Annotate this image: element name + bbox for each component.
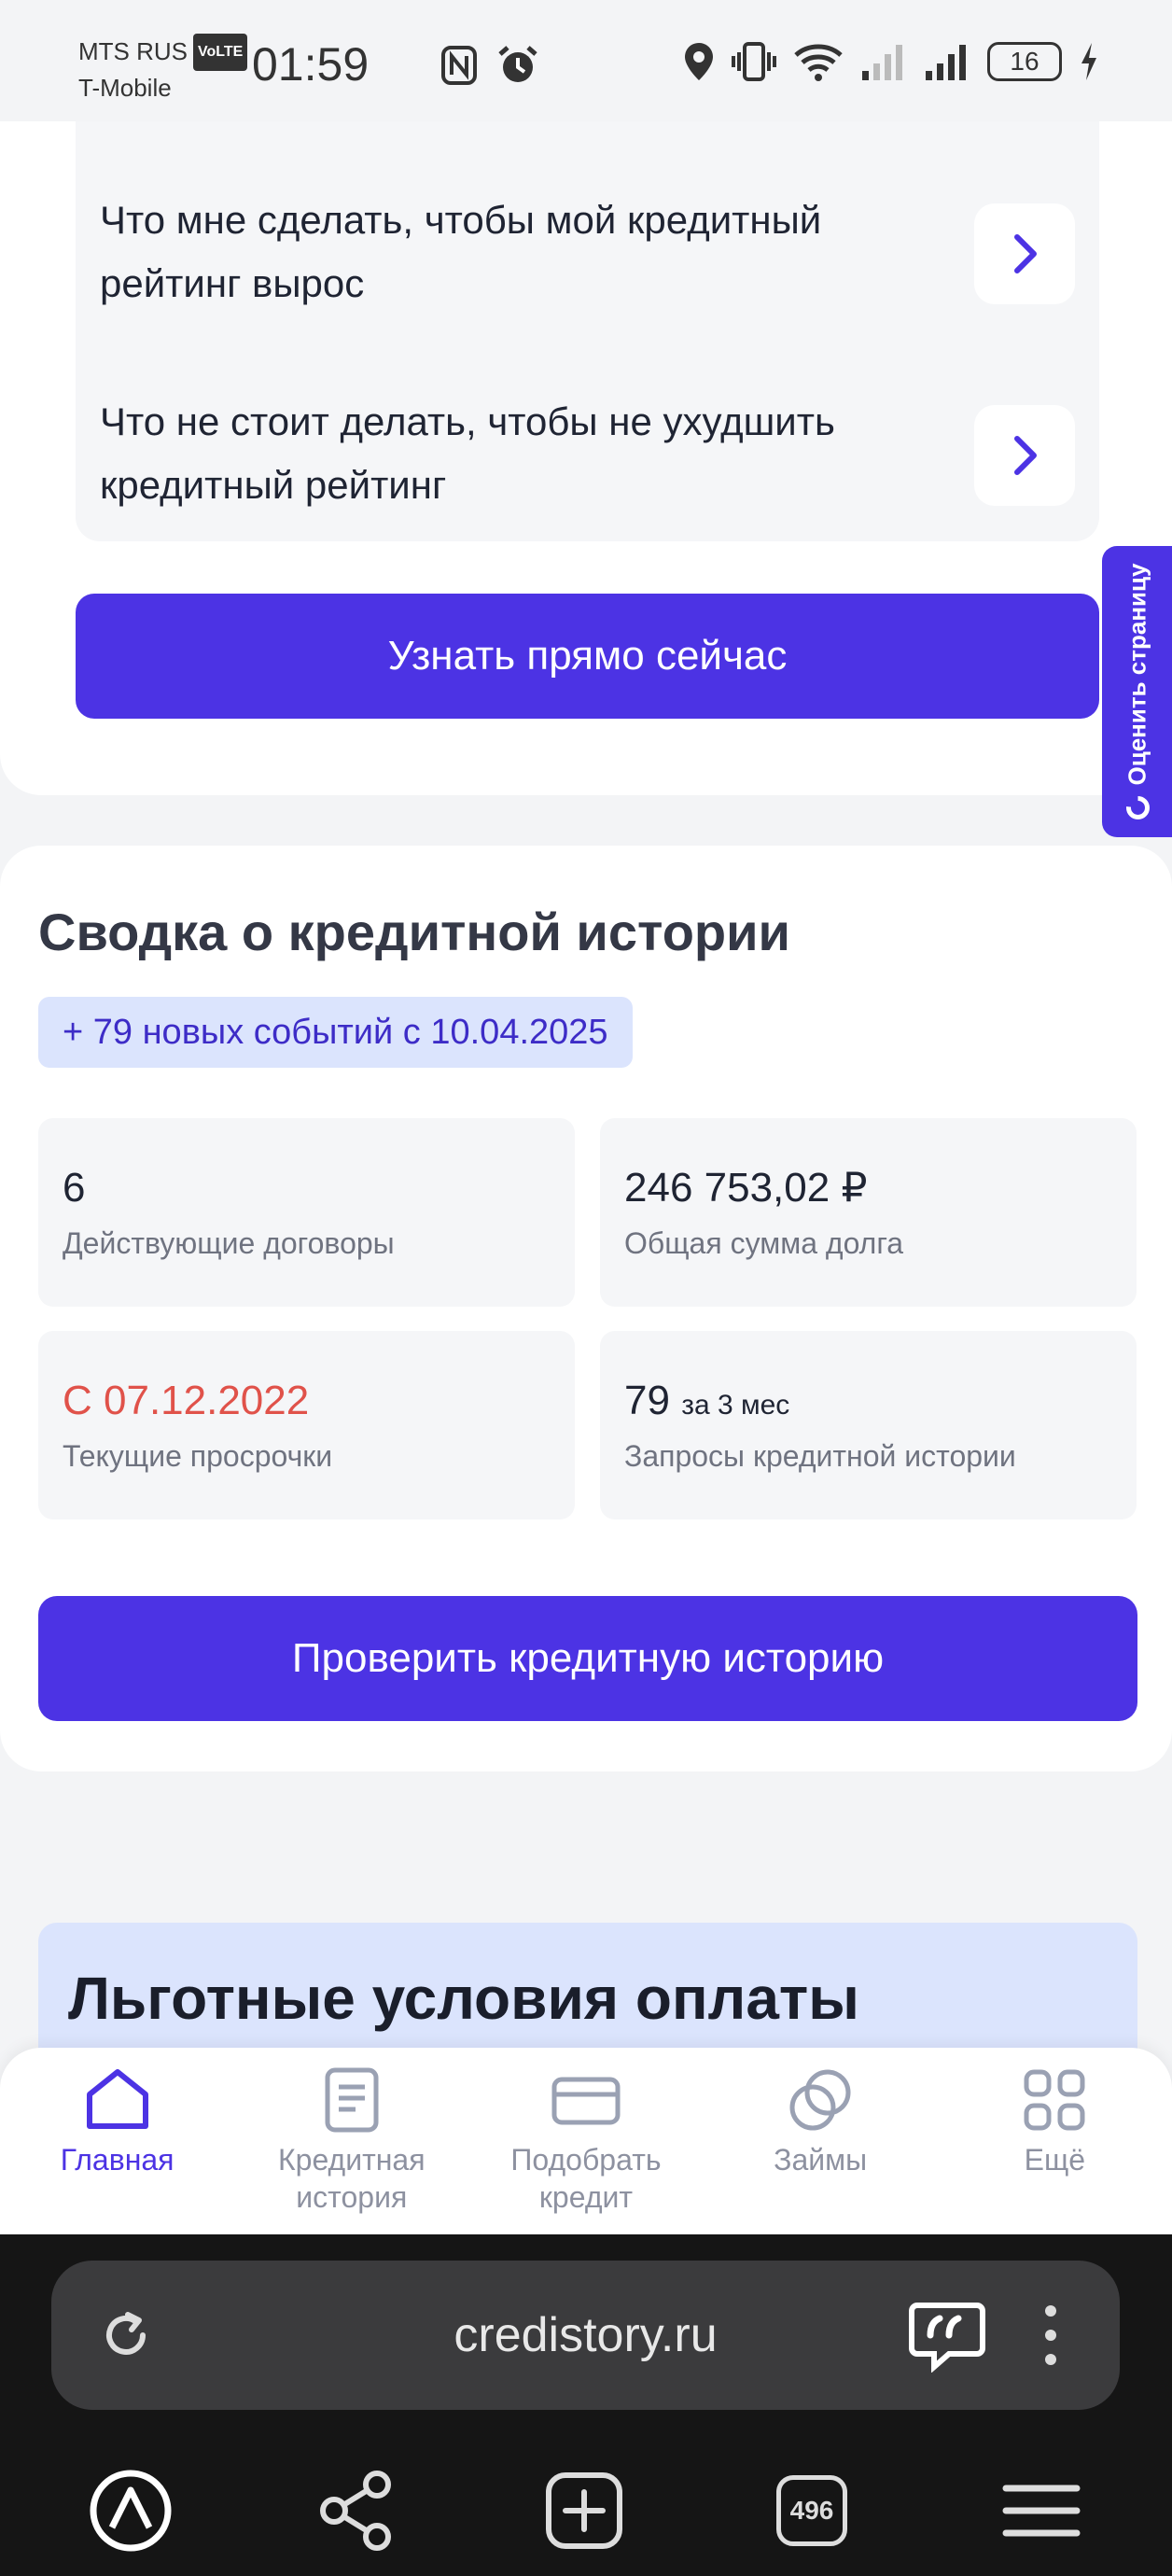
new-events-badge[interactable]: + 79 новых событий с 10.04.2025 <box>38 997 633 1068</box>
promo-title: Льготные условия оплаты <box>68 1965 859 2032</box>
nav-item-credit-history[interactable]: Кредитная история <box>249 2048 454 2234</box>
rate-page-tab[interactable]: Оценить страницу <box>1102 546 1172 837</box>
coins-icon <box>789 2069 851 2131</box>
nav-item-more[interactable]: Ещё <box>952 2048 1157 2234</box>
chevron-right-icon <box>1014 234 1037 273</box>
credit-card-icon <box>551 2077 621 2125</box>
carrier-primary: MTS RUS <box>78 37 188 65</box>
menu-icon[interactable] <box>997 2466 1086 2555</box>
nav-label: Ещё <box>1024 2143 1086 2177</box>
find-out-now-button[interactable]: Узнать прямо сейчас <box>76 594 1099 719</box>
nav-label: Главная <box>60 2143 174 2177</box>
signal-weak-icon <box>862 45 902 80</box>
refresh-icon <box>1125 795 1149 819</box>
status-bar: MTS RUS VoLTE T-Mobile 01:59 16 <box>0 0 1172 121</box>
stat-label: Текущие просрочки <box>63 1439 333 1473</box>
alice-assistant-icon[interactable] <box>86 2466 175 2555</box>
home-icon <box>86 2069 148 2129</box>
tabs-counter-button[interactable]: 496 <box>767 2466 857 2555</box>
nav-item-pick-credit[interactable]: Подобрать кредит <box>483 2048 689 2234</box>
credit-rating-card: Что мне сделать, чтобы мой кредитный рей… <box>0 121 1172 795</box>
stat-period: за 3 мес <box>681 1390 790 1421</box>
nfc-icon <box>441 46 477 85</box>
address-bar[interactable]: credistory.ru <box>51 2261 1120 2410</box>
carrier-info: MTS RUS VoLTE T-Mobile <box>78 34 248 105</box>
nav-item-home[interactable]: Главная <box>15 2048 220 2234</box>
faq-item-improve-rating[interactable]: Что мне сделать, чтобы мой кредитный рей… <box>100 189 968 315</box>
stat-label: Общая сумма долга <box>624 1226 904 1260</box>
chevron-right-icon <box>1014 436 1037 475</box>
stat-history-requests[interactable]: 79 за 3 мес Запросы кредитной истории <box>600 1331 1137 1519</box>
status-icons-left <box>440 45 539 86</box>
grid-icon <box>1024 2069 1085 2131</box>
rate-page-label: Оценить страницу <box>1123 563 1151 785</box>
nav-item-loans[interactable]: Займы <box>718 2048 923 2234</box>
nav-label: Займы <box>774 2143 868 2177</box>
faq-list: Что мне сделать, чтобы мой кредитный рей… <box>76 121 1099 541</box>
document-icon <box>325 2067 379 2133</box>
stat-active-contracts[interactable]: 6 Действующие договоры <box>38 1118 575 1307</box>
battery-indicator: 16 <box>987 42 1062 81</box>
signal-strong-icon <box>926 45 966 80</box>
location-icon <box>685 43 713 80</box>
browser-toolbar: credistory.ru 496 <box>0 2234 1172 2576</box>
status-icons-right: 16 <box>683 41 1099 82</box>
status-time: 01:59 <box>252 38 370 91</box>
credit-history-summary-card: Сводка о кредитной истории + 79 новых со… <box>0 846 1172 1771</box>
alarm-icon <box>498 46 537 82</box>
stat-number: 79 <box>624 1378 670 1423</box>
stat-value: 246 753,02 ₽ <box>624 1165 868 1211</box>
vibrate-icon <box>732 42 776 81</box>
more-vertical-icon[interactable] <box>1037 2298 1065 2373</box>
summary-title: Сводка о кредитной истории <box>38 903 790 961</box>
nav-label: Кредитная история <box>278 2143 426 2214</box>
stat-value: 79 за 3 мес <box>624 1372 1112 1430</box>
faq-open-button-improve[interactable] <box>974 203 1075 304</box>
nav-label: Подобрать кредит <box>510 2143 662 2214</box>
stat-value: С 07.12.2022 <box>63 1378 310 1423</box>
carrier-secondary: T-Mobile <box>78 74 172 102</box>
wifi-icon <box>794 44 843 81</box>
new-tab-icon[interactable] <box>539 2466 629 2555</box>
faq-item-avoid-worsening[interactable]: Что не стоит делать, чтобы не ухудшить к… <box>100 390 968 517</box>
charging-icon <box>1081 43 1096 80</box>
stat-current-overdue[interactable]: С 07.12.2022 Текущие просрочки <box>38 1331 575 1519</box>
tabs-count: 496 <box>776 2475 847 2546</box>
share-icon[interactable] <box>312 2466 401 2555</box>
stat-label: Запросы кредитной истории <box>624 1439 1016 1473</box>
check-credit-history-button[interactable]: Проверить кредитную историю <box>38 1596 1137 1721</box>
stat-label: Действующие договоры <box>63 1226 395 1260</box>
stat-total-debt[interactable]: 246 753,02 ₽ Общая сумма долга <box>600 1118 1137 1307</box>
bottom-navigation: Главная Кредитная история Подобрать кред… <box>0 2048 1172 2234</box>
faq-open-button-avoid[interactable] <box>974 405 1075 506</box>
quote-icon[interactable] <box>908 2298 986 2373</box>
stat-value: 6 <box>63 1165 86 1211</box>
volte-badge: VoLTE <box>193 34 248 71</box>
